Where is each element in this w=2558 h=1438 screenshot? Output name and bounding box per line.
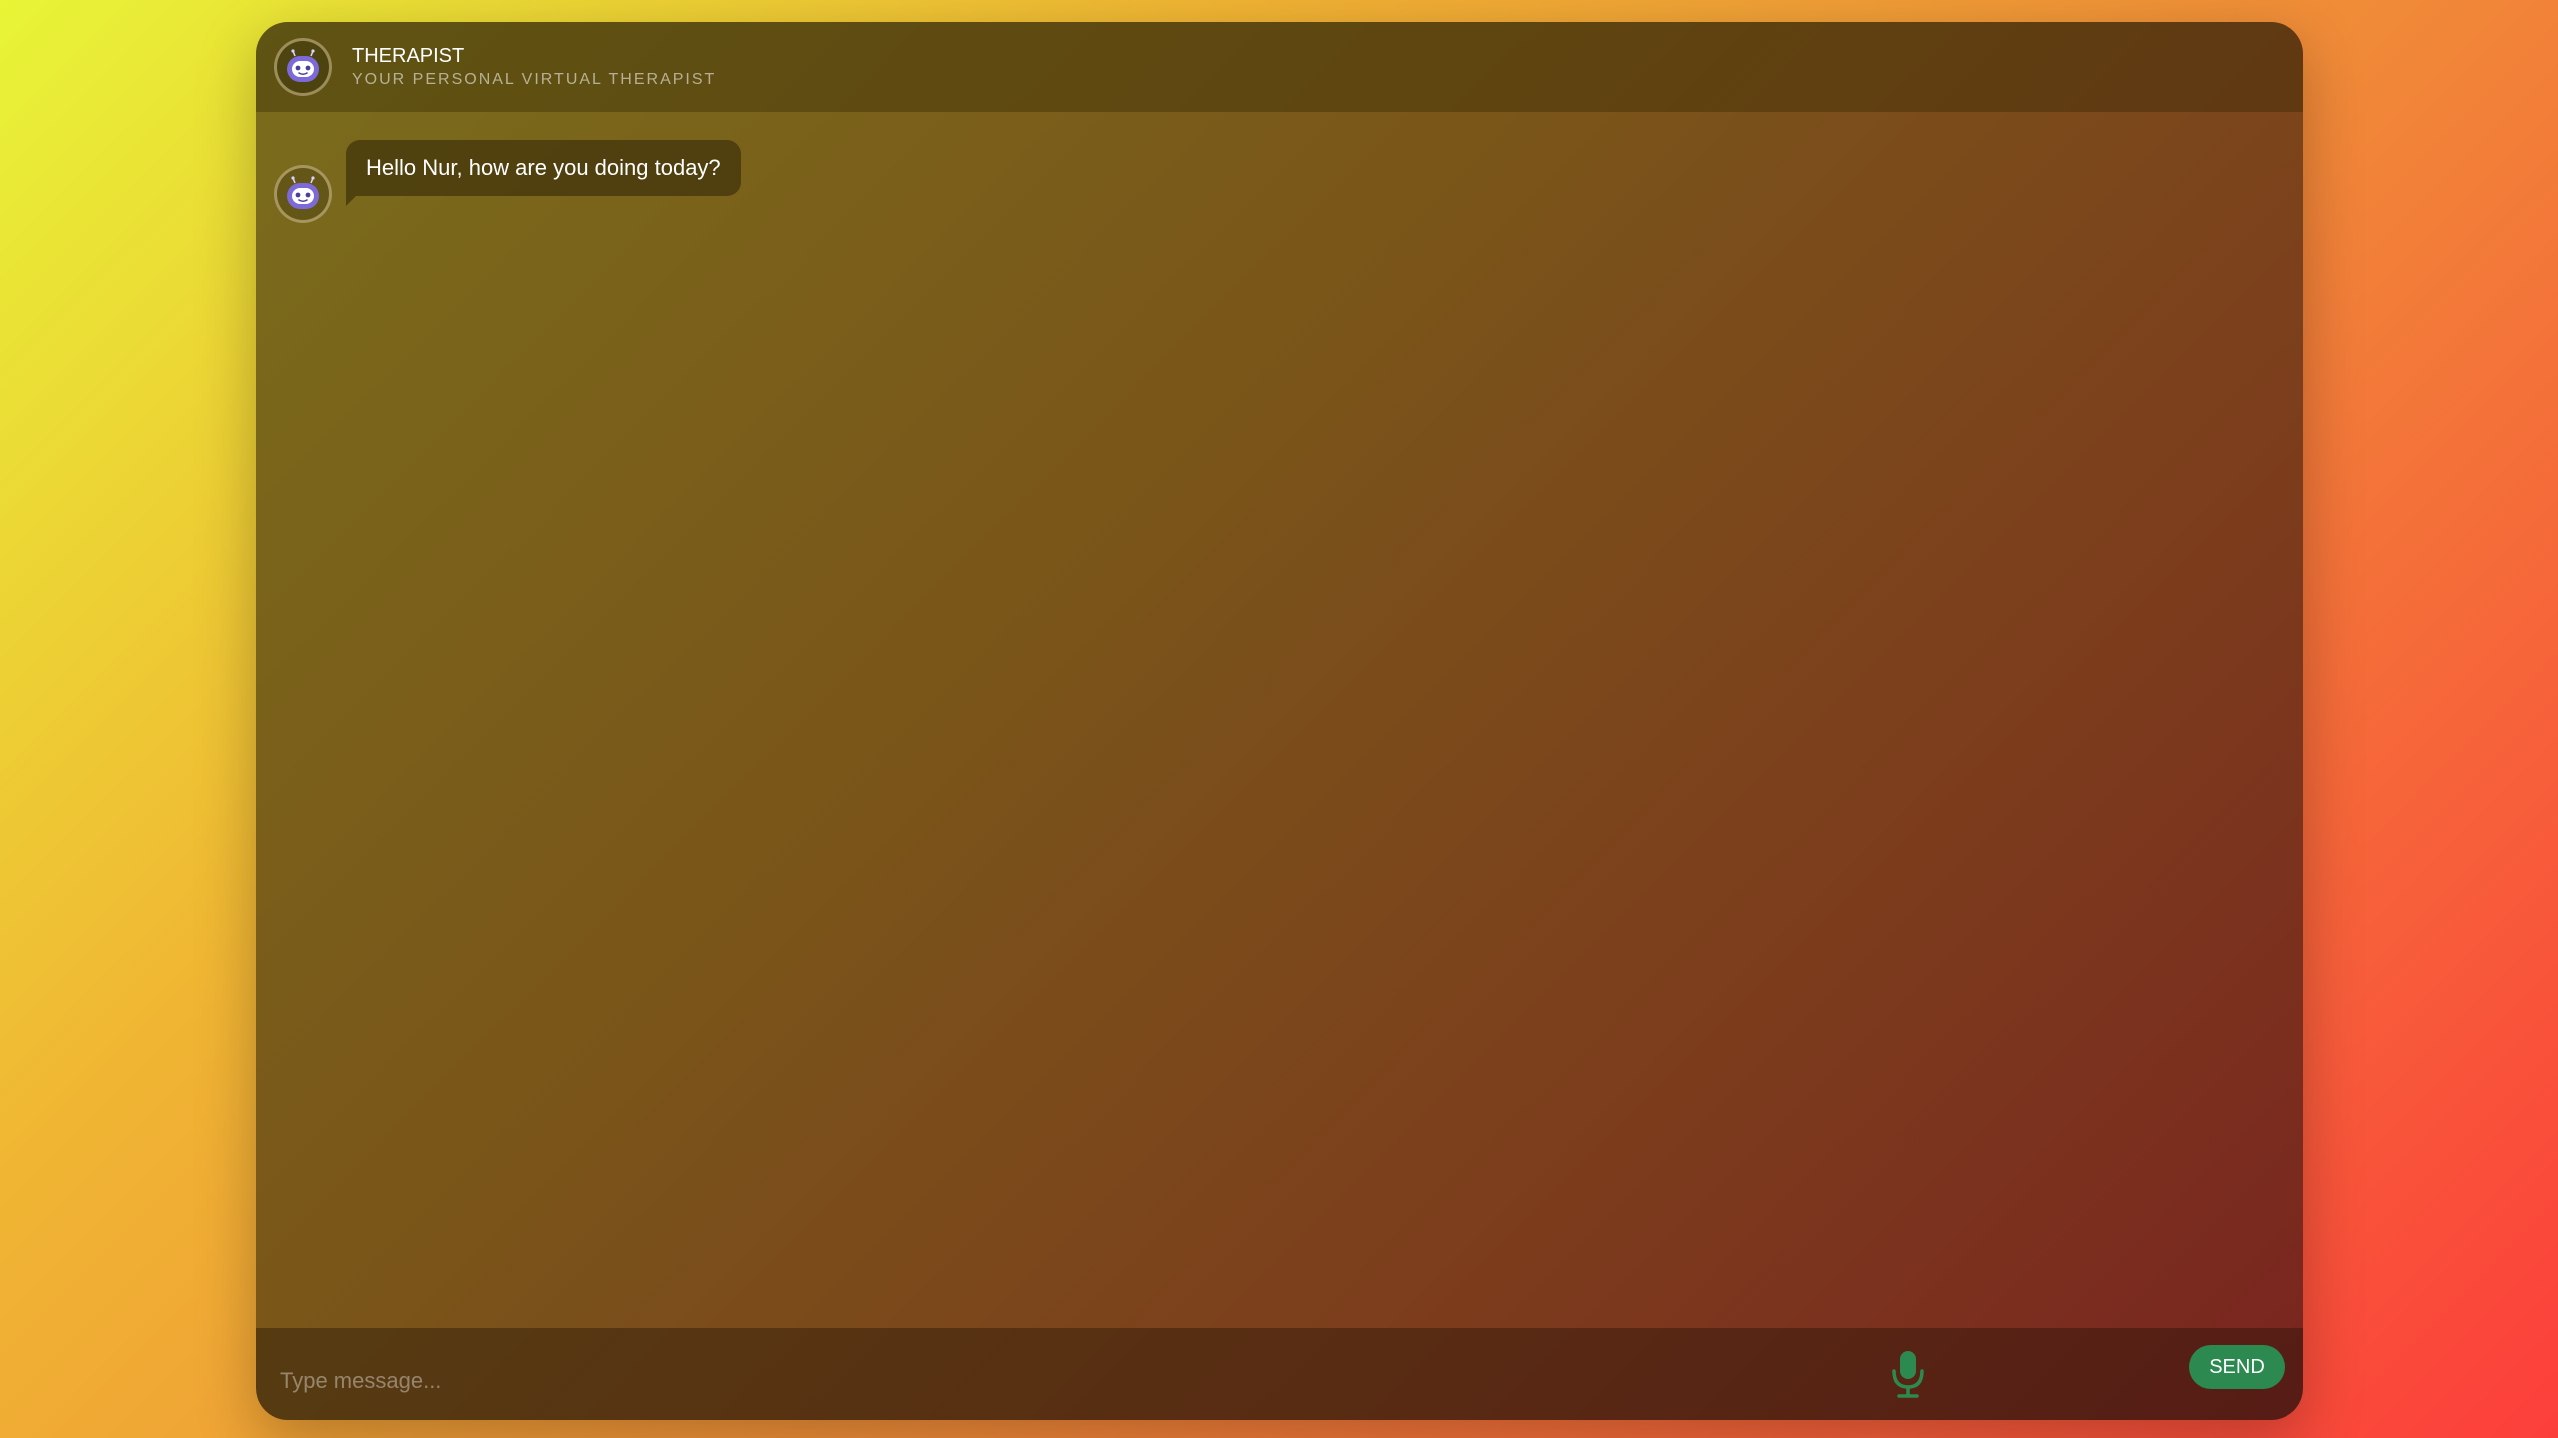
send-button[interactable]: SEND	[2189, 1345, 2285, 1389]
message-composer: SEND	[256, 1328, 2303, 1420]
chat-window: THERAPIST YOUR PERSONAL VIRTUAL THERAPIS…	[256, 22, 2303, 1420]
robot-face-icon	[287, 176, 319, 209]
message-list: Hello Nur, how are you doing today?	[256, 112, 2303, 1328]
microphone-button[interactable]	[1880, 1346, 1936, 1402]
list-item: Hello Nur, how are you doing today?	[274, 140, 741, 223]
robot-face-icon	[287, 49, 319, 82]
message-bubble: Hello Nur, how are you doing today?	[346, 140, 741, 206]
header-text: THERAPIST YOUR PERSONAL VIRTUAL THERAPIS…	[352, 44, 716, 90]
avatar	[274, 165, 332, 223]
header-avatar	[274, 38, 332, 96]
chat-header: THERAPIST YOUR PERSONAL VIRTUAL THERAPIS…	[256, 22, 2303, 112]
page-title: THERAPIST	[352, 45, 465, 67]
message-input[interactable]	[278, 1356, 1882, 1406]
microphone-icon	[1892, 1351, 1924, 1398]
page-subtitle: YOUR PERSONAL VIRTUAL THERAPIST	[352, 71, 717, 88]
